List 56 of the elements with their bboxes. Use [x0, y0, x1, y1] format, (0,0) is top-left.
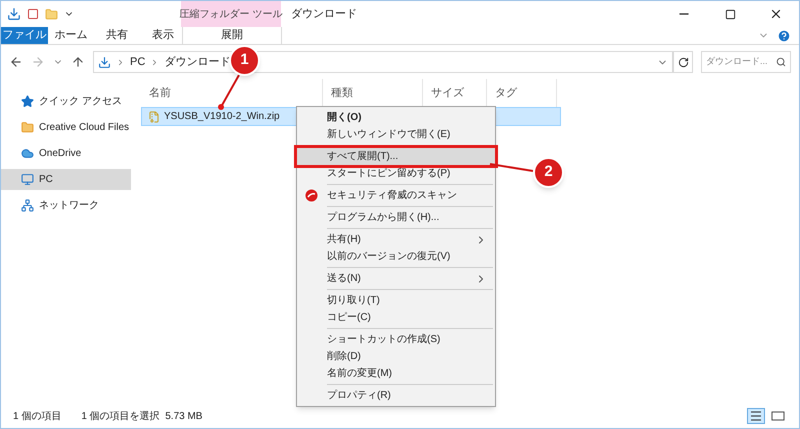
menu-item[interactable]: 開く(O) [297, 109, 495, 126]
ribbon-tab[interactable]: ファイル [1, 27, 48, 44]
menu-item[interactable]: プロパティ(R) [297, 387, 495, 404]
chevron-icon [116, 58, 125, 66]
menu-item[interactable]: すべて展開(T)... [297, 148, 495, 165]
refresh-button[interactable] [673, 51, 693, 73]
sidebar-item[interactable]: ネットワーク [1, 195, 131, 216]
close-icon [769, 7, 783, 21]
menu-item[interactable]: プログラムから開く(H)... [297, 209, 495, 226]
menu-item[interactable]: 名前の変更(M) [297, 365, 495, 382]
menu-item[interactable]: 新しいウィンドウで開く(E) [297, 126, 495, 143]
zip-file-icon [148, 110, 160, 122]
menu-item[interactable]: セキュリティ脅威のスキャン [297, 187, 495, 204]
callout-badge: 1 [229, 45, 260, 76]
download-icon [98, 56, 111, 68]
ribbon-tab[interactable]: 展開 [182, 27, 282, 44]
refresh-icon [678, 56, 688, 68]
selection-info: 1 個の項目を選択 5.73 MB [81, 410, 202, 424]
cloud-icon [21, 147, 34, 160]
file-name: YSUSB_V1910-2_Win.zip [164, 110, 280, 124]
network-icon [21, 199, 34, 212]
properties-icon[interactable] [27, 8, 39, 20]
sidebar-item[interactable]: PC [1, 169, 131, 190]
ribbon-tab[interactable]: ホーム [48, 27, 94, 44]
leader-line [490, 163, 534, 172]
up-icon[interactable] [71, 55, 85, 69]
security-icon [305, 189, 318, 202]
download-icon[interactable] [7, 7, 21, 21]
monitor-icon [21, 173, 34, 186]
sidebar-item[interactable]: クイック アクセス [1, 91, 131, 112]
search-icon [776, 57, 786, 67]
leader-line [218, 74, 240, 110]
menu-item[interactable]: スタートにピン留めする(P) [297, 165, 495, 182]
ribbon-tab[interactable]: 共有 [94, 27, 140, 44]
context-tab-group: 圧縮フォルダー ツール [181, 1, 281, 27]
menu-item[interactable]: 切り取り(T) [297, 292, 495, 309]
details-view-icon[interactable] [747, 408, 765, 424]
sidebar-item[interactable]: Creative Cloud Files [1, 117, 131, 138]
folder-icon [21, 121, 34, 134]
help-icon[interactable] [777, 28, 791, 42]
breadcrumb[interactable]: PC [130, 54, 146, 70]
back-icon[interactable] [9, 55, 23, 69]
menu-item[interactable]: コピー(C) [297, 309, 495, 326]
star-icon [21, 95, 34, 108]
menu-item[interactable]: 削除(D) [297, 348, 495, 365]
menu-item[interactable]: 共有(H) [297, 231, 495, 248]
item-count: 1 個の項目 [13, 410, 62, 424]
menu-item[interactable]: 送る(N) [297, 270, 495, 287]
breadcrumb[interactable]: ダウンロード [164, 54, 230, 70]
menu-item[interactable]: 以前のバージョンの復元(V) [297, 248, 495, 265]
sidebar-item[interactable]: OneDrive [1, 143, 131, 164]
search-field[interactable]: ダウンロード... [701, 51, 791, 73]
window-title: ダウンロード [290, 6, 357, 22]
menu-item[interactable]: ショートカットの作成(S) [297, 331, 495, 348]
callout-badge: 2 [533, 157, 564, 188]
maximize-icon [724, 8, 736, 20]
